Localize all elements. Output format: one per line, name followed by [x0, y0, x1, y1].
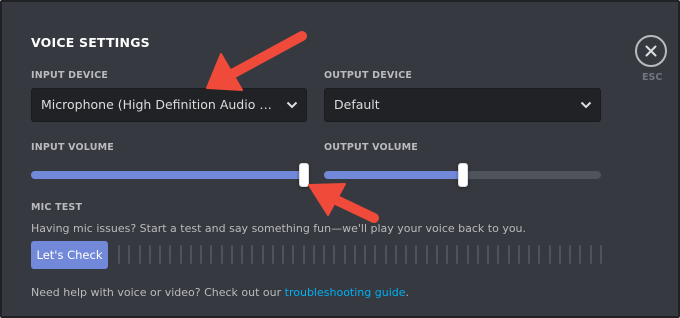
meter-segment — [497, 245, 500, 264]
meter-segment — [118, 245, 120, 264]
meter-segment — [507, 245, 510, 264]
close-icon — [645, 45, 657, 57]
input-device-select[interactable]: Microphone (High Definition Audio Device… — [31, 88, 307, 122]
meter-segment — [148, 245, 151, 264]
help-text-suffix: . — [405, 286, 410, 299]
output-volume-handle[interactable] — [457, 163, 468, 187]
meter-segment — [169, 245, 172, 264]
meter-segment — [138, 245, 141, 264]
meter-segment — [528, 245, 530, 264]
help-text-body: Need help with voice or video? Check out… — [31, 286, 285, 299]
mic-test-description: Having mic issues? Start a test and say … — [31, 222, 527, 235]
meter-segment — [569, 245, 571, 264]
meter-segment — [179, 245, 182, 264]
meter-segment — [292, 245, 295, 264]
meter-segment — [446, 245, 448, 264]
meter-segment — [589, 245, 592, 264]
output-volume-label: OUTPUT VOLUME — [324, 142, 418, 153]
meter-segment — [261, 245, 264, 264]
troubleshooting-guide-link[interactable]: troubleshooting guide — [285, 286, 406, 299]
output-device-value: Default — [334, 97, 380, 112]
meter-segment — [374, 245, 377, 264]
output-device-select[interactable]: Default — [324, 88, 601, 122]
chevron-down-icon — [286, 101, 298, 109]
mic-level-meter — [118, 245, 602, 264]
input-volume-handle[interactable] — [299, 163, 310, 187]
help-text: Need help with voice or video? Check out… — [31, 286, 409, 299]
meter-segment — [415, 245, 418, 264]
meter-segment — [364, 245, 366, 264]
meter-segment — [599, 245, 602, 264]
meter-segment — [456, 245, 459, 264]
meter-segment — [200, 245, 202, 264]
meter-segment — [384, 245, 387, 264]
meter-segment — [343, 245, 346, 264]
close-button[interactable] — [635, 35, 667, 67]
meter-segment — [210, 245, 213, 264]
meter-segment — [271, 245, 274, 264]
meter-segment — [476, 245, 479, 264]
meter-segment — [425, 245, 428, 264]
lets-check-button[interactable]: Let's Check — [31, 241, 108, 269]
mic-test-label: MIC TEST — [31, 202, 83, 213]
meter-segment — [302, 245, 305, 264]
meter-segment — [579, 245, 582, 264]
output-volume-fill — [324, 171, 463, 179]
meter-segment — [189, 245, 192, 264]
voice-settings-panel: VOICE SETTINGS ESC INPUT DEVICE Micropho… — [0, 0, 680, 318]
page-title: VOICE SETTINGS — [31, 35, 150, 50]
output-volume-slider[interactable] — [324, 163, 601, 187]
output-device-label: OUTPUT DEVICE — [324, 70, 413, 81]
meter-segment — [159, 245, 161, 264]
meter-segment — [220, 245, 223, 264]
meter-segment — [323, 245, 325, 264]
meter-segment — [517, 245, 520, 264]
input-volume-slider[interactable] — [31, 163, 310, 187]
meter-segment — [128, 245, 131, 264]
meter-segment — [230, 245, 233, 264]
input-volume-fill — [31, 171, 305, 179]
meter-segment — [405, 245, 407, 264]
meter-segment — [487, 245, 489, 264]
meter-segment — [394, 245, 397, 264]
meter-segment — [333, 245, 336, 264]
meter-segment — [558, 245, 561, 264]
meter-segment — [251, 245, 254, 264]
close-label: ESC — [642, 72, 663, 83]
input-device-value: Microphone (High Definition Audio Device… — [41, 97, 306, 112]
meter-segment — [435, 245, 438, 264]
meter-segment — [241, 245, 243, 264]
meter-segment — [312, 245, 315, 264]
meter-segment — [466, 245, 469, 264]
meter-segment — [353, 245, 356, 264]
meter-segment — [548, 245, 551, 264]
meter-segment — [538, 245, 541, 264]
arrow-to-input-volume-handle — [308, 183, 379, 223]
arrow-to-input-device — [206, 31, 307, 91]
input-device-label: INPUT DEVICE — [31, 70, 109, 81]
meter-segment — [282, 245, 284, 264]
chevron-down-icon — [580, 101, 592, 109]
input-volume-label: INPUT VOLUME — [31, 142, 114, 153]
